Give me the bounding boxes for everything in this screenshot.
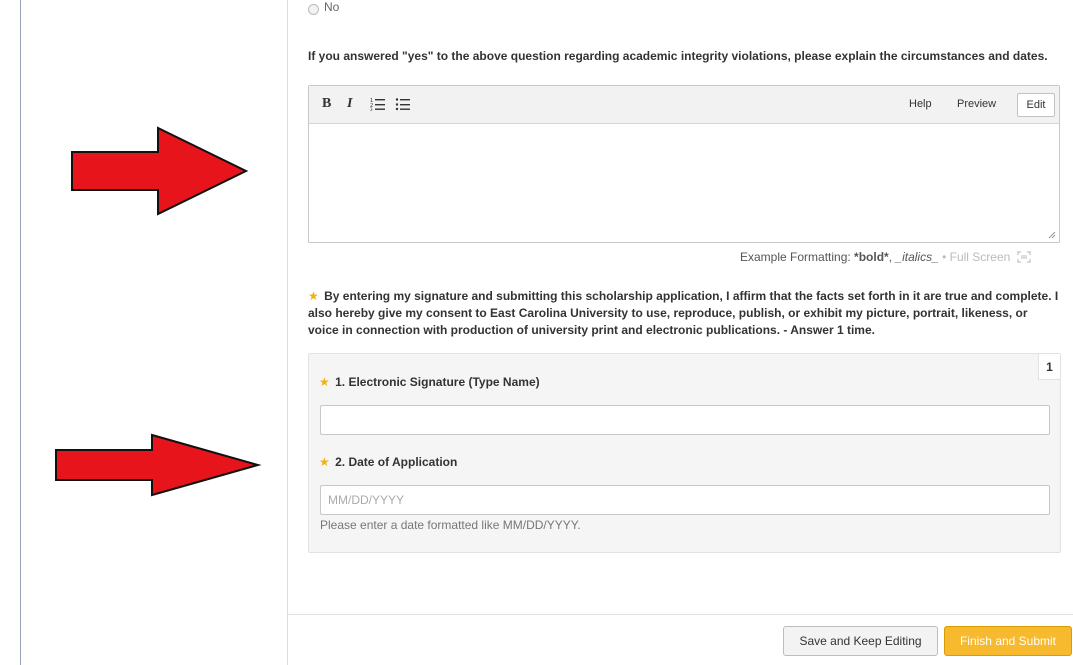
signature-input[interactable] xyxy=(320,405,1050,435)
rich-text-editor: B I 1 2 3 Help Preview Edit xyxy=(308,85,1060,243)
ordered-list-button[interactable]: 1 2 3 xyxy=(370,97,386,114)
ordered-list-icon: 1 2 3 xyxy=(370,98,385,112)
integrity-question-label: If you answered "yes" to the above quest… xyxy=(308,49,1048,63)
full-screen-icon[interactable] xyxy=(1016,251,1031,263)
help-link[interactable]: Help xyxy=(909,98,932,110)
editor-toolbar: B I 1 2 3 Help Preview Edit xyxy=(309,86,1059,124)
radio-icon[interactable] xyxy=(308,4,319,15)
radio-label: No xyxy=(324,0,340,14)
content-panel-border xyxy=(287,0,288,665)
preview-tab[interactable]: Preview xyxy=(957,98,996,110)
red-arrow-icon xyxy=(55,433,262,497)
formatting-dot: • xyxy=(938,250,950,264)
bold-button[interactable]: B xyxy=(322,96,331,112)
date-label-text: 2. Date of Application xyxy=(335,455,458,469)
required-star-icon: ★ xyxy=(308,289,319,303)
date-input[interactable] xyxy=(320,485,1050,515)
full-screen-link[interactable]: Full Screen xyxy=(950,250,1011,264)
group-count-badge: 1 xyxy=(1038,354,1060,380)
bullet-list-button[interactable] xyxy=(395,97,411,114)
bold-example: *bold* xyxy=(854,250,889,264)
italic-example: _italics_ xyxy=(895,250,939,264)
date-label: ★ 2. Date of Application xyxy=(319,455,457,469)
italic-button[interactable]: I xyxy=(347,96,352,112)
left-panel-border xyxy=(20,0,21,665)
save-and-keep-editing-button[interactable]: Save and Keep Editing xyxy=(783,626,938,656)
required-star-icon: ★ xyxy=(319,455,330,469)
bullet-list-icon xyxy=(395,98,410,111)
signature-label-text: 1. Electronic Signature (Type Name) xyxy=(335,375,540,389)
finish-and-submit-button[interactable]: Finish and Submit xyxy=(944,626,1072,656)
date-format-hint: Please enter a date formatted like MM/DD… xyxy=(320,518,581,532)
consent-statement: ★ By entering my signature and submittin… xyxy=(308,288,1060,339)
resize-grip-icon[interactable] xyxy=(1048,231,1056,239)
footer-divider xyxy=(288,614,1073,615)
signature-label: ★ 1. Electronic Signature (Type Name) xyxy=(319,375,540,389)
formatting-prefix: Example Formatting: xyxy=(740,250,855,264)
formatting-help: Example Formatting: *bold*, _italics_ • … xyxy=(740,250,1031,264)
red-arrow-icon xyxy=(71,126,249,216)
edit-tab[interactable]: Edit xyxy=(1017,93,1055,117)
consent-text: By entering my signature and submitting … xyxy=(308,289,1059,337)
signature-field-group: 1 ★ 1. Electronic Signature (Type Name) … xyxy=(308,353,1061,553)
prior-question-option-no[interactable]: No xyxy=(308,0,339,16)
integrity-explanation-textarea[interactable] xyxy=(309,125,1059,242)
required-star-icon: ★ xyxy=(319,375,330,389)
